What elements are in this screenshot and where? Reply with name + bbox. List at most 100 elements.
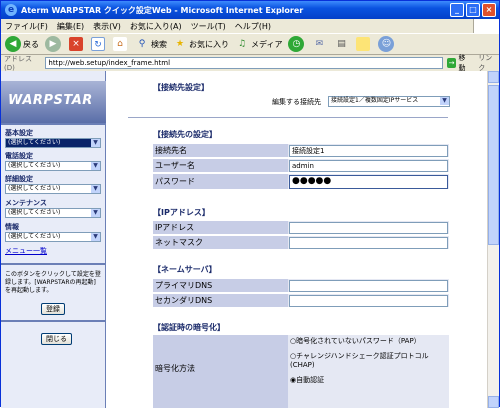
auth-option-auto[interactable]: ◉自動認証 — [290, 376, 447, 385]
scroll-thumb[interactable] — [488, 85, 499, 245]
nav-basic-select[interactable]: (選択してください) ▼ — [5, 138, 101, 148]
sidebar: WARPSTAR 基本設定 (選択してください) ▼ 電話設定 (選択してください… — [1, 71, 106, 408]
ip-section-title: 【IPアドレス】 — [153, 208, 210, 217]
primary-dns-row: プライマリDNS — [153, 279, 449, 293]
history-icon: ◷ — [288, 36, 305, 52]
menu-edit[interactable]: 編集(E) — [57, 21, 84, 32]
minimize-button[interactable]: _ — [450, 3, 464, 17]
nav-basic: 基本設定 (選択してください) ▼ — [5, 128, 102, 148]
primary-dns-label: プライマリDNS — [153, 279, 288, 292]
forward-button[interactable]: ▶ — [45, 36, 63, 52]
messenger-icon: ☺ — [378, 36, 395, 52]
title-bar: e Aterm WARPSTAR クイック設定Web - Microsoft I… — [1, 1, 499, 19]
menu-help[interactable]: ヘルプ(H) — [235, 21, 271, 32]
address-label: アドレス(D) — [4, 54, 32, 72]
nav-maintenance: メンテナンス (選択してください) ▼ — [5, 198, 102, 218]
primary-dns-input[interactable] — [289, 280, 448, 292]
nav-maintenance-select[interactable]: (選択してください) ▼ — [5, 208, 101, 218]
nav-basic-label: 基本設定 — [5, 129, 33, 137]
edit-target-select[interactable]: 接続設定1／複数固定IPサービス ▼ — [328, 96, 450, 107]
nav-advanced-label: 詳細設定 — [5, 175, 33, 183]
history-button[interactable]: ◷ — [288, 36, 306, 52]
register-button[interactable]: 登録 — [41, 303, 65, 315]
password-label: パスワード — [153, 174, 288, 189]
nav-phone-select[interactable]: (選択してください) ▼ — [5, 161, 101, 171]
search-icon: ⚲ — [138, 39, 146, 49]
divider — [128, 117, 448, 118]
forward-arrow-icon: ▶ — [45, 36, 61, 52]
favorites-button[interactable]: ★ お気に入り — [173, 37, 229, 51]
address-input[interactable]: http://web.setup/index_frame.html — [45, 56, 443, 69]
vertical-scrollbar[interactable] — [487, 71, 499, 408]
chevron-down-icon: ▼ — [91, 162, 100, 170]
media-icon: ♫ — [237, 39, 247, 49]
search-button[interactable]: ⚲ 検索 — [135, 37, 167, 51]
links-label[interactable]: リンク — [478, 53, 499, 73]
auth-option-pap[interactable]: ○暗号化されていないパスワード（PAP） — [290, 337, 447, 346]
divider — [1, 320, 106, 322]
windows-logo-icon — [473, 19, 499, 33]
print-icon: ▤ — [337, 39, 346, 49]
auth-section-title: 【認証時の暗号化】 — [153, 323, 225, 332]
refresh-icon: ↻ — [91, 37, 105, 51]
nav-advanced: 詳細設定 (選択してください) ▼ — [5, 174, 102, 194]
chevron-down-icon: ▼ — [91, 185, 100, 193]
auth-method-label: 暗号化方法 — [153, 335, 288, 408]
menu-file[interactable]: ファイル(F) — [5, 21, 48, 32]
print-button[interactable]: ▤ — [334, 37, 350, 51]
secondary-dns-label: セカンダリDNS — [153, 294, 288, 307]
ie-icon: e — [5, 4, 17, 16]
menu-favorites[interactable]: お気に入り(A) — [130, 21, 182, 32]
nav-info: 情報 (選択してください) ▼ — [5, 222, 102, 242]
username-label: ユーザー名 — [153, 159, 288, 172]
edit-target-label: 編集する接続先 — [272, 98, 321, 106]
connection-title: 【接続先設定】 — [153, 83, 209, 92]
connection-settings-title: 【接続先の設定】 — [153, 130, 217, 139]
messenger-button[interactable]: ☺ — [378, 36, 396, 52]
nav-advanced-select[interactable]: (選択してください) ▼ — [5, 184, 101, 194]
stop-icon: × — [69, 37, 83, 51]
username-row: ユーザー名 admin — [153, 159, 449, 173]
scroll-up-icon[interactable] — [488, 71, 499, 83]
mail-icon: ✉ — [315, 39, 324, 49]
menu-view[interactable]: 表示(V) — [93, 21, 121, 32]
password-input[interactable]: ●●●●● — [289, 175, 448, 189]
close-page-button[interactable]: 閉じる — [41, 333, 72, 345]
scroll-down-icon[interactable] — [488, 396, 499, 408]
folder-icon — [356, 37, 371, 51]
conn-name-input[interactable]: 接続設定1 — [289, 145, 448, 157]
auth-row: 暗号化方法 ○暗号化されていないパスワード（PAP） ○チャレンジハンドシェーク… — [153, 335, 449, 408]
nav-info-select[interactable]: (選択してください) ▼ — [5, 232, 101, 242]
refresh-button[interactable]: ↻ — [91, 37, 107, 51]
home-button[interactable]: ⌂ — [113, 37, 129, 51]
ip-address-input[interactable] — [289, 222, 448, 234]
home-icon: ⌂ — [113, 37, 127, 51]
go-button[interactable]: → 移動 — [446, 53, 473, 73]
conn-name-row: 接続先名 接続設定1 — [153, 144, 449, 158]
media-button[interactable]: ♫ メディア — [235, 37, 283, 51]
auth-option-chap[interactable]: ○チャレンジハンドシェーク認証プロトコル(CHAP) — [290, 352, 447, 370]
ie-window: e Aterm WARPSTAR クイック設定Web - Microsoft I… — [0, 0, 500, 408]
ip-address-row: IPアドレス — [153, 221, 449, 235]
page-content: WARPSTAR 基本設定 (選択してください) ▼ 電話設定 (選択してください… — [1, 71, 488, 408]
mail-button[interactable]: ✉ — [312, 37, 328, 51]
register-note: このボタンをクリックして設定を登録します。[WARPSTARの再起動]を再起動し… — [5, 271, 101, 294]
secondary-dns-input[interactable] — [289, 295, 448, 307]
netmask-row: ネットマスク — [153, 236, 449, 250]
netmask-input[interactable] — [289, 237, 448, 249]
menu-list-link[interactable]: メニュー一覧 — [5, 246, 47, 256]
go-arrow-icon: → — [446, 57, 457, 68]
menu-tools[interactable]: ツール(T) — [191, 21, 226, 32]
close-button[interactable]: × — [482, 3, 496, 17]
maximize-button[interactable]: □ — [466, 3, 480, 17]
edit-button[interactable] — [356, 37, 372, 51]
back-button[interactable]: ◀ 戻る — [5, 36, 39, 52]
window-title: Aterm WARPSTAR クイック設定Web - Microsoft Int… — [21, 5, 304, 15]
ip-address-label: IPアドレス — [153, 221, 288, 234]
divider — [1, 123, 106, 125]
chevron-down-icon: ▼ — [440, 97, 449, 105]
username-input[interactable]: admin — [289, 160, 448, 172]
nav-info-label: 情報 — [5, 223, 19, 231]
stop-button[interactable]: × — [69, 37, 85, 51]
menu-bar: ファイル(F) 編集(E) 表示(V) お気に入り(A) ツール(T) ヘルプ(… — [1, 19, 499, 33]
